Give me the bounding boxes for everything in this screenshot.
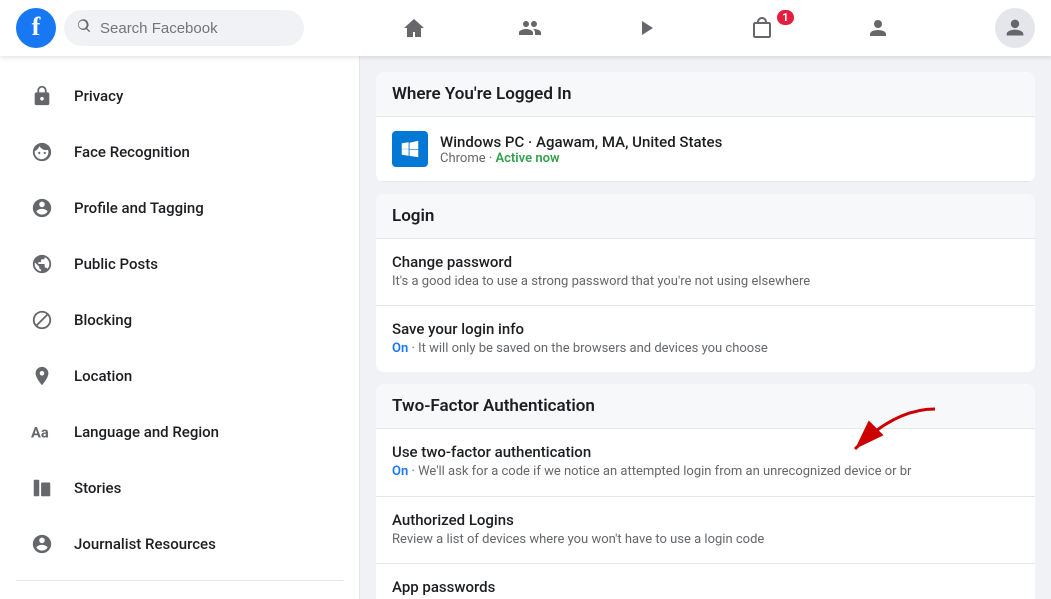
logged-in-section: Where You're Logged In Windows PC · Agaw…	[376, 72, 1035, 182]
lock-icon	[24, 78, 60, 114]
logged-in-header: Where You're Logged In	[376, 72, 1035, 117]
search-icon	[76, 18, 92, 38]
sidebar-item-stories[interactable]: Stories	[8, 460, 351, 516]
sidebar-label-journalist: Journalist Resources	[74, 535, 216, 553]
login-section: Login Change password It's a good idea t…	[376, 194, 1035, 372]
browser-label: Chrome	[440, 151, 486, 166]
two-factor-status: On	[392, 464, 408, 479]
save-login-status: On	[392, 341, 408, 356]
windows-icon	[392, 131, 428, 167]
stories-icon	[24, 470, 60, 506]
sidebar-item-privacy[interactable]: Privacy	[8, 68, 351, 124]
sidebar: Privacy Face Recognition Profile and Tag…	[0, 56, 360, 599]
sidebar-item-blocking[interactable]: Blocking	[8, 292, 351, 348]
sidebar-label-language: Language and Region	[74, 423, 219, 441]
sidebar-label-blocking: Blocking	[74, 311, 132, 329]
save-login-suffix: · It will only be saved on the browsers …	[411, 341, 767, 356]
globe-icon	[24, 246, 60, 282]
login-section-header: Login	[376, 194, 1035, 239]
facebook-logo[interactable]: f	[16, 8, 56, 48]
active-now-status: Active now	[495, 151, 559, 166]
sidebar-label-profile: Profile and Tagging	[74, 199, 204, 217]
face-icon	[24, 134, 60, 170]
two-factor-use-row[interactable]: Use two-factor authentication On · We'll…	[376, 429, 1035, 496]
content-area: Where You're Logged In Windows PC · Agaw…	[360, 56, 1051, 599]
sidebar-label-face: Face Recognition	[74, 143, 190, 161]
sidebar-label-location: Location	[74, 367, 132, 385]
two-factor-section: Two-Factor Authentication Use two-factor…	[376, 384, 1035, 599]
location-icon	[24, 358, 60, 394]
authorized-logins-desc: Review a list of devices where you won't…	[392, 531, 1019, 549]
change-password-desc: It's a good idea to use a strong passwor…	[392, 273, 1019, 291]
nav-watch-button[interactable]	[590, 4, 702, 52]
sidebar-label-public-posts: Public Posts	[74, 255, 158, 273]
nav-home-button[interactable]	[358, 4, 470, 52]
top-navigation: f 1	[0, 0, 1051, 56]
svg-text:Aa: Aa	[31, 424, 49, 442]
account-button[interactable]	[995, 8, 1035, 48]
sidebar-item-public-posts[interactable]: Public Posts	[8, 236, 351, 292]
sidebar-divider	[16, 580, 343, 581]
search-input[interactable]	[100, 20, 292, 37]
save-login-row[interactable]: Save your login info On · It will only b…	[376, 306, 1035, 372]
sidebar-item-journalist[interactable]: Journalist Resources	[8, 516, 351, 572]
sidebar-item-profile-tagging[interactable]: Profile and Tagging	[8, 180, 351, 236]
authorized-logins-row[interactable]: Authorized Logins Review a list of devic…	[376, 497, 1035, 564]
device-name: Windows PC · Agawam, MA, United States	[440, 133, 722, 151]
app-passwords-title: App passwords	[392, 578, 1019, 596]
journalist-icon	[24, 526, 60, 562]
nav-center: 1	[358, 4, 934, 52]
app-passwords-row[interactable]: App passwords Use special passwords to l…	[376, 564, 1035, 599]
sidebar-item-face-recognition[interactable]: Face Recognition	[8, 124, 351, 180]
nav-groups-button[interactable]	[822, 4, 934, 52]
sidebar-item-language[interactable]: Aa Language and Region	[8, 404, 351, 460]
sidebar-label-privacy: Privacy	[74, 87, 123, 105]
language-icon: Aa	[24, 414, 60, 450]
profile-icon	[24, 190, 60, 226]
marketplace-badge: 1	[777, 10, 793, 25]
red-arrow-annotation	[775, 399, 955, 479]
sidebar-item-location[interactable]: Location	[8, 348, 351, 404]
fb-logo-letter: f	[32, 14, 41, 40]
block-icon	[24, 302, 60, 338]
main-layout: Privacy Face Recognition Profile and Tag…	[0, 56, 1051, 599]
login-location-row[interactable]: Windows PC · Agawam, MA, United States C…	[376, 117, 1035, 182]
change-password-row[interactable]: Change password It's a good idea to use …	[376, 239, 1035, 306]
sidebar-label-stories: Stories	[74, 479, 121, 497]
save-login-desc: On · It will only be saved on the browse…	[392, 340, 1019, 358]
nav-marketplace-button[interactable]: 1	[706, 4, 818, 52]
nav-right	[995, 8, 1035, 48]
nav-friends-button[interactable]	[474, 4, 586, 52]
search-bar[interactable]	[64, 10, 304, 46]
sidebar-item-notifications[interactable]: Notifications	[8, 589, 351, 599]
change-password-title: Change password	[392, 253, 1019, 271]
device-sub: Chrome · Active now	[440, 151, 722, 166]
authorized-logins-title: Authorized Logins	[392, 511, 1019, 529]
save-login-title: Save your login info	[392, 320, 1019, 338]
login-info: Windows PC · Agawam, MA, United States C…	[440, 133, 722, 166]
